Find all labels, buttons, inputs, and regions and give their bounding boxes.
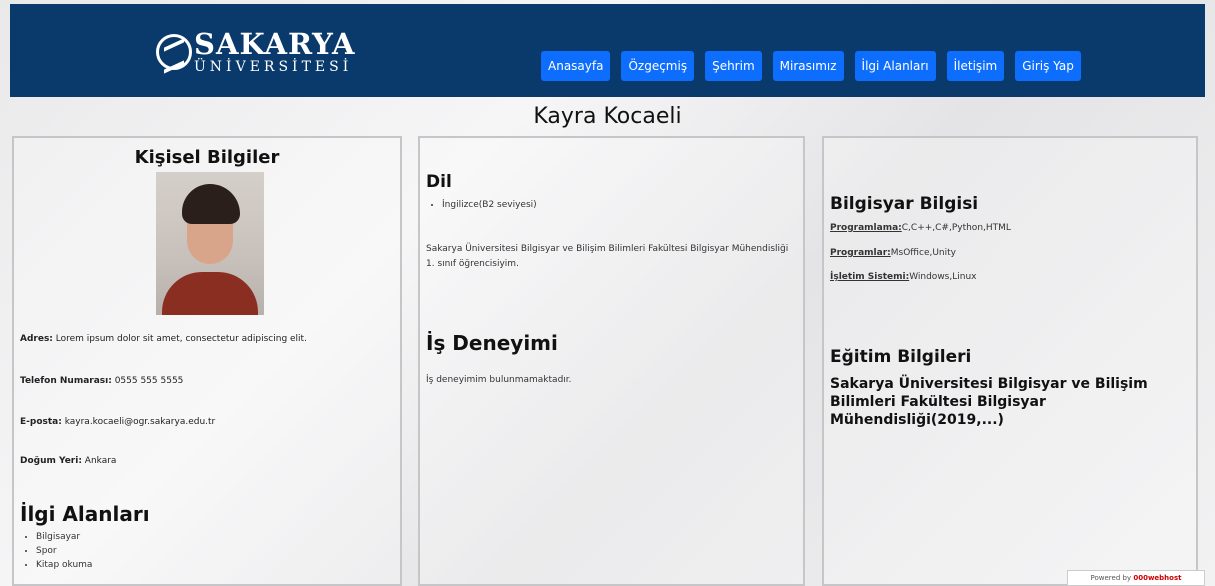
email-line: E-posta: kayra.kocaeli@ogr.sakarya.edu.t…: [20, 417, 216, 427]
computer-heading: Bilgisyar Bilgisi: [830, 194, 979, 214]
top-navbar: SAKARYA ÜNİVERSİTESİ Anasayfa Özgeçmiş Ş…: [10, 4, 1205, 97]
personal-info-panel: Kişisel Bilgiler Adres: Lorem ipsum dolo…: [12, 136, 402, 586]
education-heading: Eğitim Bilgileri: [830, 347, 972, 367]
work-heading: İş Deneyimi: [426, 331, 558, 355]
os-line: İşletim Sistemi:Windows,Linux: [830, 272, 977, 282]
nav-iletisim-button[interactable]: İletişim: [946, 51, 1005, 81]
logo-main-text: SAKARYA: [194, 27, 356, 61]
list-item: Spor: [36, 544, 92, 558]
nav-giris-yap-button[interactable]: Giriş Yap: [1015, 51, 1081, 81]
nav-ozgecmis-button[interactable]: Özgeçmiş: [621, 51, 695, 81]
university-logo[interactable]: SAKARYA ÜNİVERSİTESİ: [156, 26, 356, 78]
logo-emblem-icon: [156, 34, 192, 70]
language-work-panel: Dil İngilizce(B2 seviyesi) Sakarya Ünive…: [418, 136, 805, 586]
powered-by-badge[interactable]: Powered by 000webhost: [1067, 570, 1205, 586]
nav-ilgi-alanlari-button[interactable]: İlgi Alanları: [854, 51, 936, 81]
nav-sehrim-button[interactable]: Şehrim: [705, 51, 762, 81]
language-list: İngilizce(B2 seviyesi): [426, 198, 537, 212]
education-text: Sakarya Üniversitesi Bilgisyar ve Bilişi…: [830, 376, 1148, 428]
profile-photo: [156, 172, 264, 315]
logo-sub-text: ÜNİVERSİTESİ: [194, 59, 353, 75]
interests-heading: İlgi Alanları: [20, 502, 150, 526]
page-title: Kayra Kocaeli: [533, 104, 682, 129]
computer-education-panel: Bilgisyar Bilgisi Programlama:C,C++,C#,P…: [822, 136, 1198, 586]
nav-menu: Anasayfa Özgeçmiş Şehrim Mirasımız İlgi …: [541, 51, 1092, 81]
birthplace-line: Doğum Yeri: Ankara: [20, 456, 117, 466]
nav-mirasimiz-button[interactable]: Mirasımız: [772, 51, 844, 81]
phone-line: Telefon Numarası: 0555 555 5555: [20, 376, 184, 386]
programs-line: Programlar:MsOffice,Unity: [830, 248, 956, 258]
about-text: Sakarya Üniversitesi Bilgisyar ve Bilişi…: [426, 244, 789, 269]
address-line: Adres: Lorem ipsum dolor sit amet, conse…: [20, 334, 307, 344]
interests-list: Bilgisayar Spor Kitap okuma: [20, 530, 92, 572]
list-item: Kitap okuma: [36, 558, 92, 572]
nav-anasayfa-button[interactable]: Anasayfa: [541, 51, 611, 81]
language-heading: Dil: [426, 172, 452, 192]
programming-line: Programlama:C,C++,C#,Python,HTML: [830, 223, 1011, 233]
personal-heading: Kişisel Bilgiler: [134, 147, 280, 168]
work-text: İş deneyimim bulunmamaktadır.: [426, 375, 572, 385]
list-item: İngilizce(B2 seviyesi): [442, 198, 537, 212]
list-item: Bilgisayar: [36, 530, 92, 544]
